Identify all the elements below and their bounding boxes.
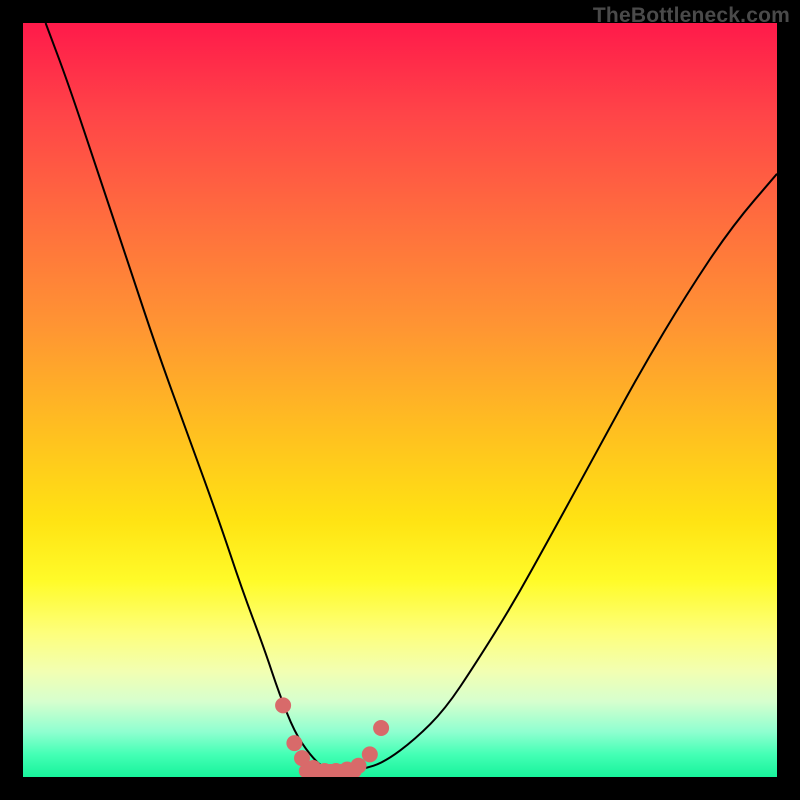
chart-frame: TheBottleneck.com	[0, 0, 800, 800]
marker-dot	[373, 720, 389, 736]
bottleneck-curve	[46, 23, 777, 770]
watermark-text: TheBottleneck.com	[593, 4, 790, 28]
marker-dot	[286, 735, 302, 751]
curve-markers	[275, 697, 389, 777]
marker-dot	[275, 697, 291, 713]
bottleneck-curve-svg	[23, 23, 777, 777]
marker-dot	[351, 758, 367, 774]
plot-area	[23, 23, 777, 777]
marker-dot	[362, 746, 378, 762]
